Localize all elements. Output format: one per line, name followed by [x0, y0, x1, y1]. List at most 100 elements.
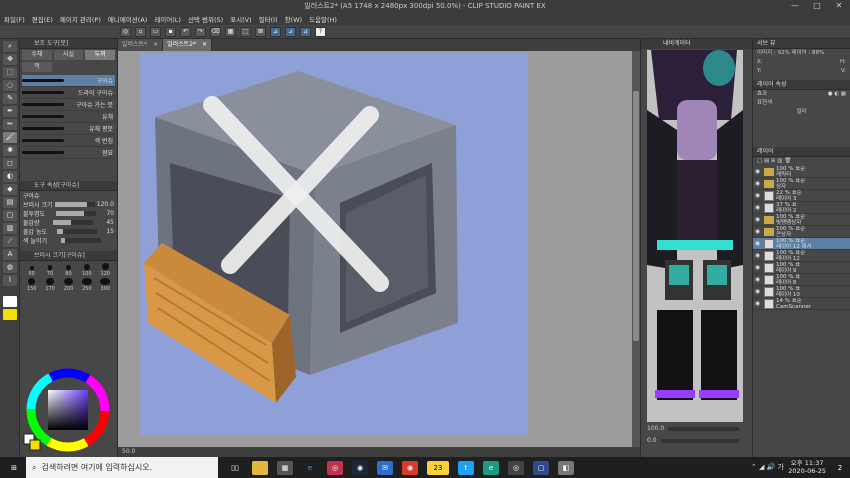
layer-row[interactable]: ◉ 100 % 표 레이어 9 — [753, 262, 850, 274]
color-wheel[interactable] — [22, 368, 114, 454]
edge-new-icon[interactable]: e — [483, 460, 499, 475]
brush-item[interactable]: 구아슈 — [22, 75, 115, 87]
menu-help[interactable]: 도움말(H) — [309, 14, 337, 24]
property-slider[interactable] — [52, 220, 93, 225]
deselect-icon[interactable]: ⊠ — [255, 26, 266, 37]
twitter-icon[interactable]: t — [458, 460, 474, 475]
edge-icon[interactable]: e — [302, 461, 318, 475]
figure-tool-icon[interactable]: ▢ — [3, 210, 17, 221]
layer-row[interactable]: ◉ 100 % 표준 빛땡땡상자 — [753, 214, 850, 226]
blend-tool-icon[interactable]: ◐ — [3, 171, 17, 182]
layer-row[interactable]: ◉ 14 % 표준 CamScanner — [753, 298, 850, 310]
minimize-button[interactable]: — — [784, 0, 806, 12]
visibility-eye-icon[interactable]: ◉ — [753, 216, 762, 223]
redo-icon[interactable]: ↷ — [195, 26, 206, 37]
store-icon[interactable]: ▦ — [277, 460, 293, 475]
menu-window[interactable]: 창(W) — [285, 14, 302, 24]
visibility-eye-icon[interactable]: ◉ — [753, 264, 762, 271]
menu-view[interactable]: 표시(V) — [230, 14, 251, 24]
tab-thick-paint[interactable]: 두꺼 — [85, 50, 116, 60]
snap-ruler-icon[interactable]: ⊿ — [270, 26, 281, 37]
tool-property-row[interactable]: 물감 농도 15 — [20, 227, 117, 236]
eyedropper-tool-icon[interactable]: ✎ — [3, 93, 17, 104]
pencil-tool-icon[interactable]: ✏ — [3, 119, 17, 130]
brush-size-option[interactable]: 100 — [78, 263, 95, 277]
tab-watercolor[interactable]: 수채 — [22, 50, 52, 60]
correct-line-tool-icon[interactable]: ⌇ — [3, 275, 17, 286]
file-explorer-icon[interactable] — [252, 460, 268, 475]
close-button[interactable]: ✕ — [828, 0, 850, 12]
visibility-eye-icon[interactable]: ◉ — [753, 240, 762, 247]
property-slider[interactable] — [55, 211, 96, 216]
eraser-tool-icon[interactable]: ◻ — [3, 158, 17, 169]
new-file-icon[interactable]: ▫ — [135, 26, 146, 37]
brush-item[interactable]: 구아슈 가는 붓 — [22, 99, 115, 111]
fill-tool-icon[interactable]: ◆ — [3, 184, 17, 195]
lasso-tool-icon[interactable]: ◌ — [3, 80, 17, 91]
layer-row[interactable]: ◉ 100 % 표준 캐릭터 — [753, 166, 850, 178]
visibility-eye-icon[interactable]: ◉ — [753, 288, 762, 295]
layer-row[interactable]: ◉ 100 % 표 레이어 10 — [753, 286, 850, 298]
brush-size-option[interactable]: 60 — [23, 263, 40, 277]
taskbar-clock[interactable]: 오후 11:37 2020-06-25 — [788, 459, 826, 475]
balloon-tool-icon[interactable]: ◍ — [3, 262, 17, 273]
steam-icon[interactable]: ◉ — [352, 460, 368, 475]
brush-size-option[interactable]: 120 — [97, 263, 114, 277]
menu-page[interactable]: 페이지 관리(P) — [60, 14, 101, 24]
navigator-zoom[interactable]: 100.0 — [647, 425, 664, 433]
visibility-eye-icon[interactable]: ◉ — [753, 204, 762, 211]
clear-icon[interactable]: ⌫ — [210, 26, 221, 37]
layer-row[interactable]: ◉ 22 % 표준 레이어 3 — [753, 190, 850, 202]
help-icon[interactable]: ? — [315, 26, 326, 37]
brush-item[interactable]: 유채 평붓 — [22, 123, 115, 135]
maximize-button[interactable]: □ — [806, 0, 828, 12]
menu-edit[interactable]: 편집(E) — [32, 14, 53, 24]
visibility-eye-icon[interactable]: ◉ — [753, 300, 762, 307]
layer-row[interactable]: ◉ 100 % 표준 레이어 12 복사 — [753, 238, 850, 250]
visibility-eye-icon[interactable]: ◉ — [753, 168, 762, 175]
fill-icon[interactable]: ▦ — [225, 26, 236, 37]
pen-tool-icon[interactable]: ✒ — [3, 106, 17, 117]
property-slider[interactable] — [56, 229, 97, 234]
tool-property-row[interactable]: 불투명도 70 — [20, 209, 117, 218]
property-slider[interactable] — [60, 238, 101, 243]
ruler-tool-icon[interactable]: ⟋ — [3, 236, 17, 247]
menu-animation[interactable]: 애니메이션(A) — [108, 14, 147, 24]
move-tool-icon[interactable]: ✥ — [3, 54, 17, 65]
menu-file[interactable]: 파일(F) — [4, 14, 25, 24]
menu-selection[interactable]: 선택 범위(S) — [188, 14, 223, 24]
brush-size-option[interactable]: 250 — [78, 278, 95, 292]
open-file-icon[interactable]: ▭ — [150, 26, 161, 37]
menu-layer[interactable]: 레이어(L) — [154, 14, 181, 24]
brush-size-option[interactable]: 300 — [97, 278, 114, 292]
gradient-tool-icon[interactable]: ▤ — [3, 197, 17, 208]
brush-size-option[interactable]: 200 — [60, 278, 77, 292]
snap-special-icon[interactable]: ⊿ — [300, 26, 311, 37]
property-slider[interactable] — [54, 202, 95, 207]
visibility-eye-icon[interactable]: ◉ — [753, 228, 762, 235]
save-icon[interactable]: ▪ — [165, 26, 176, 37]
layer-row[interactable]: ◉ 100 % 표준 상자 — [753, 178, 850, 190]
select-tool-icon[interactable]: ⬚ — [3, 67, 17, 78]
transform-icon[interactable]: ⬚ — [240, 26, 251, 37]
tab-document-1[interactable]: 일러스트* ✕ — [118, 39, 164, 51]
brush-size-option[interactable]: 80 — [60, 263, 77, 277]
layer-row[interactable]: ◉ 100 % 표준 레이어 12 — [753, 250, 850, 262]
navigator-angle[interactable]: 0.0 — [647, 437, 657, 445]
canvas-scrollbar[interactable] — [632, 51, 640, 447]
clip-studio-taskbar-icon[interactable]: ◎ — [508, 460, 524, 475]
layer-row[interactable]: ◉ 100 % 표준 큰상자 — [753, 226, 850, 238]
rotate-slider[interactable] — [660, 439, 739, 443]
chrome-icon[interactable]: ◉ — [402, 460, 418, 475]
snap-grid-icon[interactable]: ⊿ — [285, 26, 296, 37]
tool-property-row[interactable]: 물감량 45 — [20, 218, 117, 227]
tab-document-2[interactable]: 일러스트2* ✕ — [163, 39, 213, 51]
tool-property-row[interactable]: 브러시 크기 120.0 — [20, 200, 117, 209]
brush-item[interactable]: 색 번짐 — [22, 135, 115, 147]
zoom-slider[interactable] — [668, 427, 739, 431]
mail-icon[interactable]: ✉ — [377, 460, 393, 475]
layer-row[interactable]: ◉ 37 % 표 레이어 2 — [753, 202, 850, 214]
notification-icon[interactable]: 2 — [832, 461, 848, 475]
zoom-tool-icon[interactable]: ⌕ — [3, 41, 17, 52]
visibility-eye-icon[interactable]: ◉ — [753, 180, 762, 187]
